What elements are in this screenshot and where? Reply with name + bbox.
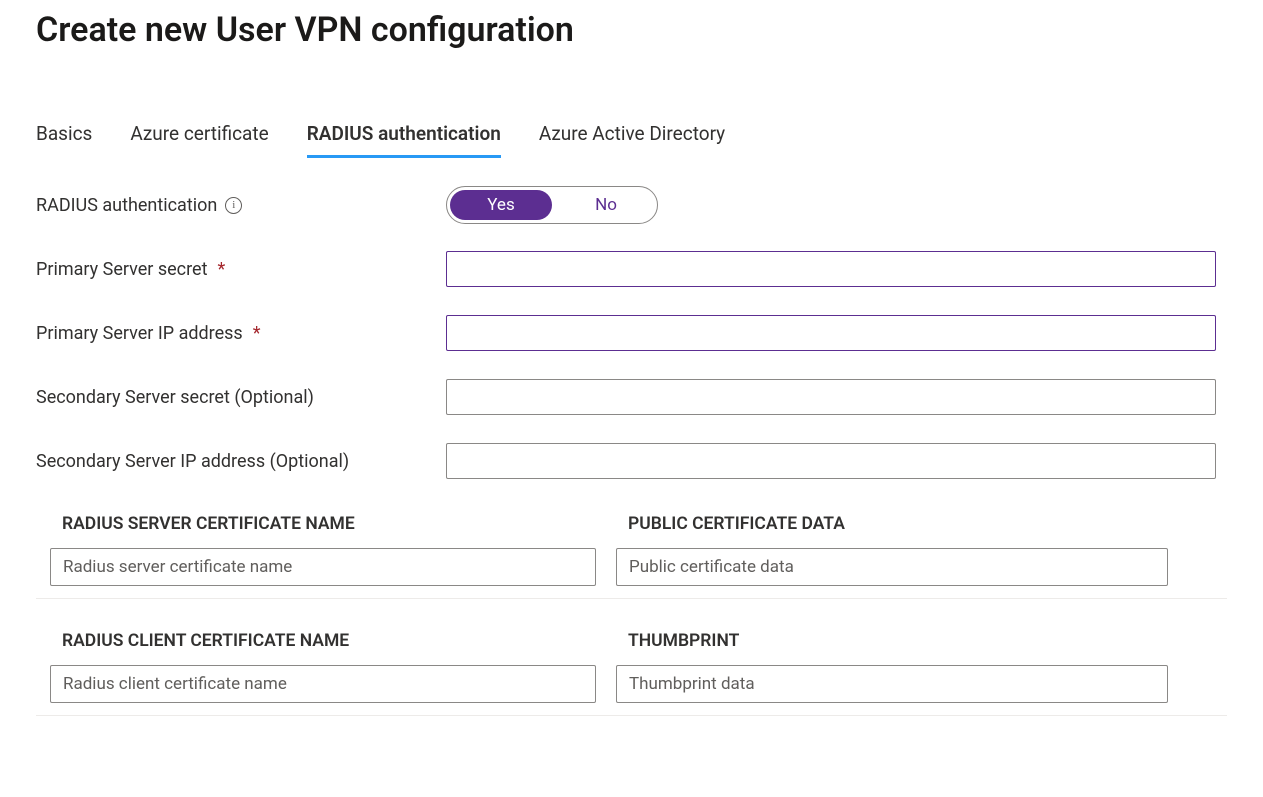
toggle-yes[interactable]: Yes [450, 190, 552, 220]
label-primary-secret-text: Primary Server secret [36, 259, 207, 280]
server-cert-header-row: RADIUS SERVER CERTIFICATE NAME PUBLIC CE… [36, 506, 1227, 548]
required-star-icon: * [217, 259, 225, 280]
row-radius-auth-toggle: RADIUS authentication i Yes No [36, 186, 1227, 224]
radius-auth-toggle[interactable]: Yes No [446, 186, 658, 224]
radius-server-cert-name-input[interactable] [50, 548, 596, 586]
label-primary-ip: Primary Server IP address * [36, 323, 446, 344]
secondary-server-secret-input[interactable] [446, 379, 1216, 415]
header-client-cert-name: RADIUS CLIENT CERTIFICATE NAME [62, 631, 628, 651]
row-primary-ip: Primary Server IP address * [36, 314, 1227, 352]
row-secondary-secret: Secondary Server secret (Optional) [36, 378, 1227, 416]
page-title: Create new User VPN configuration [36, 0, 1227, 58]
tab-radius-authentication[interactable]: RADIUS authentication [307, 116, 501, 158]
label-primary-ip-text: Primary Server IP address [36, 323, 243, 344]
tabs-bar: Basics Azure certificate RADIUS authenti… [36, 116, 1227, 158]
client-cert-input-row [36, 665, 1227, 715]
secondary-server-ip-input[interactable] [446, 443, 1216, 479]
radius-client-cert-section: RADIUS CLIENT CERTIFICATE NAME THUMBPRIN… [36, 623, 1227, 716]
tab-azure-active-directory[interactable]: Azure Active Directory [539, 116, 725, 158]
header-server-cert-name: RADIUS SERVER CERTIFICATE NAME [62, 514, 628, 534]
row-secondary-ip: Secondary Server IP address (Optional) [36, 442, 1227, 480]
tab-basics[interactable]: Basics [36, 116, 92, 158]
toggle-no[interactable]: No [555, 187, 657, 223]
client-cert-header-row: RADIUS CLIENT CERTIFICATE NAME THUMBPRIN… [36, 623, 1227, 665]
label-secondary-ip: Secondary Server IP address (Optional) [36, 451, 446, 472]
tab-azure-certificate[interactable]: Azure certificate [130, 116, 268, 158]
server-cert-input-row [36, 548, 1227, 598]
header-public-cert-data: PUBLIC CERTIFICATE DATA [628, 514, 1227, 534]
public-cert-data-input[interactable] [616, 548, 1168, 586]
header-thumbprint: THUMBPRINT [628, 631, 1227, 651]
label-radius-auth-text: RADIUS authentication [36, 195, 217, 216]
label-radius-auth: RADIUS authentication i [36, 195, 446, 216]
required-star-icon: * [253, 323, 261, 344]
primary-server-ip-input[interactable] [446, 315, 1216, 351]
radius-server-cert-section: RADIUS SERVER CERTIFICATE NAME PUBLIC CE… [36, 506, 1227, 599]
form-area: RADIUS authentication i Yes No Primary S… [36, 186, 1227, 716]
radius-client-cert-name-input[interactable] [50, 665, 596, 703]
info-icon[interactable]: i [225, 197, 242, 214]
label-secondary-secret: Secondary Server secret (Optional) [36, 387, 446, 408]
thumbprint-input[interactable] [616, 665, 1168, 703]
row-primary-secret: Primary Server secret * [36, 250, 1227, 288]
primary-server-secret-input[interactable] [446, 251, 1216, 287]
label-primary-secret: Primary Server secret * [36, 259, 446, 280]
